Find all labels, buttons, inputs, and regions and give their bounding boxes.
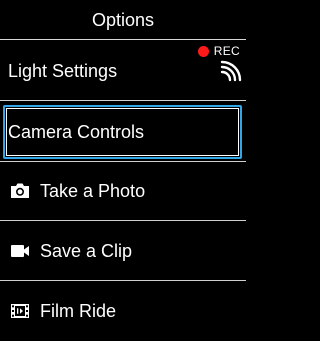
menu-item-take-photo[interactable]: Take a Photo bbox=[0, 161, 246, 221]
menu-item-camera-controls[interactable]: Camera Controls bbox=[0, 102, 246, 162]
menu-item-label: Save a Clip bbox=[40, 241, 133, 261]
menu-item-film-ride[interactable]: Film Ride bbox=[0, 281, 246, 341]
camera-icon bbox=[11, 183, 29, 198]
rec-label: REC bbox=[213, 44, 240, 58]
film-icon bbox=[11, 304, 29, 318]
menu-item-save-clip[interactable]: Save a Clip bbox=[0, 221, 246, 281]
header-bar: Options bbox=[0, 0, 246, 40]
page-title: Options bbox=[91, 10, 155, 30]
record-dot-icon bbox=[197, 45, 209, 57]
video-camera-icon bbox=[11, 245, 29, 257]
menu-item-label: Light Settings bbox=[8, 61, 118, 81]
menu-item-label: Take a Photo bbox=[40, 181, 146, 201]
menu-item-light-settings[interactable]: REC Light Settings bbox=[0, 41, 246, 101]
rec-indicator: REC bbox=[197, 44, 240, 58]
signal-waves-icon bbox=[220, 60, 242, 82]
menu-item-label: Camera Controls bbox=[8, 122, 145, 142]
menu-item-label: Film Ride bbox=[40, 301, 117, 321]
